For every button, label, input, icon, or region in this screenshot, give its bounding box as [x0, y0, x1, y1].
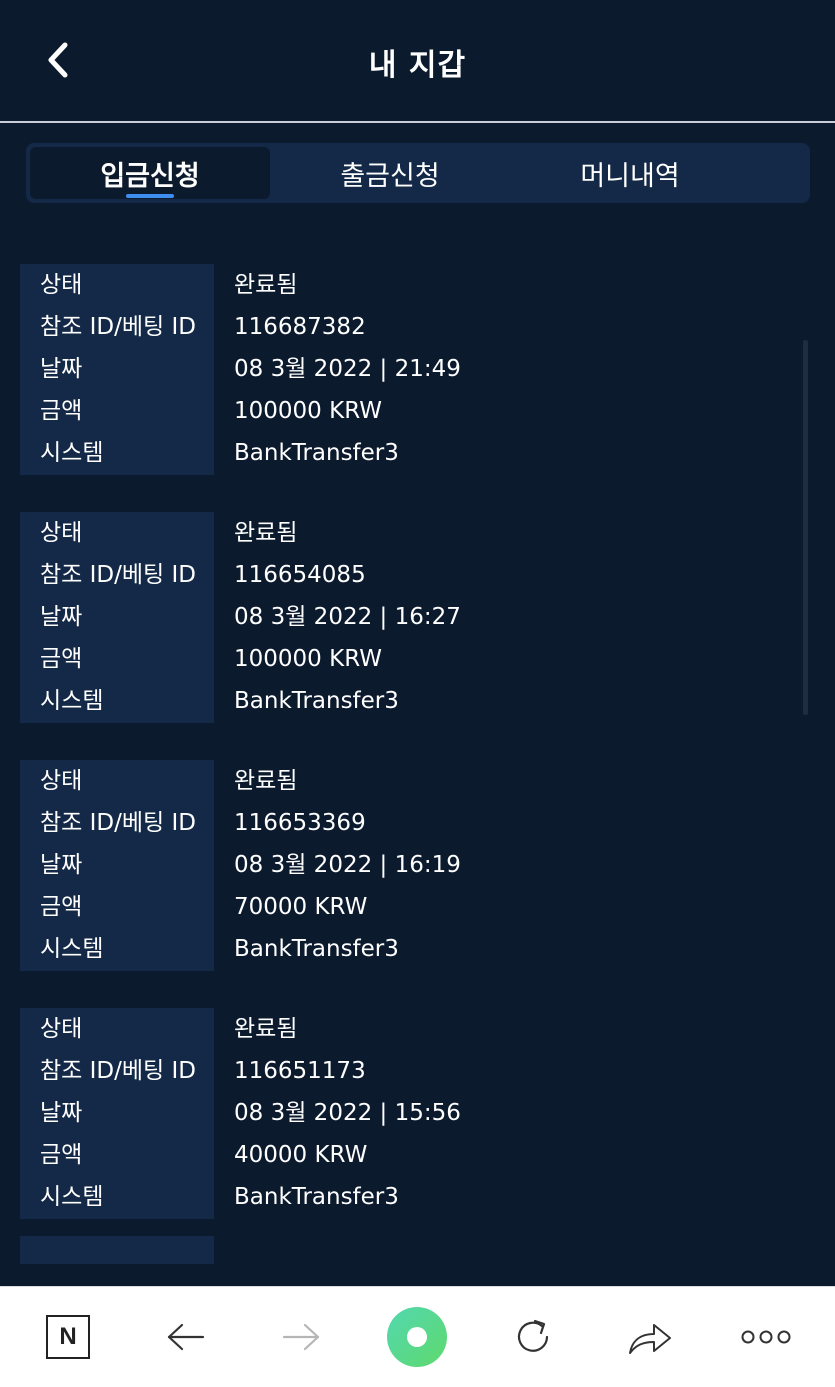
system-row: 시스템 BankTransfer3 [20, 680, 810, 722]
reference-label: 참조 ID/베팅 ID [40, 810, 196, 836]
list-item: 상태 완료됨 참조 ID/베팅 ID 116687382 날짜 08 3월 20… [20, 264, 810, 475]
more-icon [741, 1330, 791, 1344]
date-row: 날짜 08 3월 2022 | 21:49 [20, 348, 810, 390]
forward-arrow-icon [282, 1323, 320, 1351]
page-title: 내 지갑 [368, 48, 467, 83]
amount-value: 70000 KRW [234, 894, 368, 920]
amount-row: 금액 40000 KRW [20, 1134, 810, 1176]
system-value: BankTransfer3 [234, 1184, 399, 1210]
reload-button[interactable] [503, 1307, 563, 1367]
status-label: 상태 [40, 272, 83, 298]
amount-value: 100000 KRW [234, 398, 382, 424]
reference-value: 116653369 [234, 810, 366, 836]
browser-bottom-bar: N [0, 1286, 835, 1387]
tab-money-history[interactable]: 머니내역 [510, 147, 750, 199]
date-label: 날짜 [40, 1100, 83, 1126]
reference-row: 참조 ID/베팅 ID 116687382 [20, 306, 810, 348]
system-value: BankTransfer3 [234, 688, 399, 714]
system-label: 시스템 [40, 440, 104, 466]
reference-row: 참조 ID/베팅 ID 116651173 [20, 1050, 810, 1092]
tab-label: 출금신청 [340, 160, 440, 192]
amount-row: 금액 100000 KRW [20, 638, 810, 680]
amount-value: 100000 KRW [234, 646, 382, 672]
naver-n-icon: N [46, 1315, 90, 1359]
date-row: 날짜 08 3월 2022 | 16:19 [20, 844, 810, 886]
system-value: BankTransfer3 [234, 936, 399, 962]
status-label: 상태 [40, 768, 83, 794]
status-row: 상태 완료됨 [20, 264, 810, 306]
home-dot-icon [387, 1307, 447, 1367]
tab-bar: 입금신청 출금신청 머니내역 [26, 143, 810, 203]
date-value: 08 3월 2022 | 16:27 [234, 604, 461, 630]
system-value: BankTransfer3 [234, 440, 399, 466]
list-item-partial [20, 1236, 214, 1264]
system-row: 시스템 BankTransfer3 [20, 1176, 810, 1218]
app-header: 내 지갑 [0, 0, 835, 123]
status-value: 완료됨 [234, 520, 298, 546]
reference-value: 116654085 [234, 562, 366, 588]
back-arrow-icon [167, 1323, 205, 1351]
status-value: 완료됨 [234, 272, 298, 298]
amount-row: 금액 100000 KRW [20, 390, 810, 432]
amount-label: 금액 [40, 398, 83, 424]
status-value: 완료됨 [234, 768, 298, 794]
browser-forward-button[interactable] [271, 1307, 331, 1367]
system-label: 시스템 [40, 688, 104, 714]
tab-label: 머니내역 [580, 160, 680, 192]
green-dot-button[interactable] [387, 1307, 447, 1367]
date-row: 날짜 08 3월 2022 | 15:56 [20, 1092, 810, 1134]
status-value: 완료됨 [234, 1016, 298, 1042]
more-button[interactable] [736, 1307, 796, 1367]
date-value: 08 3월 2022 | 15:56 [234, 1100, 461, 1126]
share-button[interactable] [620, 1307, 680, 1367]
reference-value: 116687382 [234, 314, 366, 340]
active-tab-indicator [126, 194, 174, 198]
system-row: 시스템 BankTransfer3 [20, 928, 810, 970]
date-value: 08 3월 2022 | 16:19 [234, 852, 461, 878]
reference-label: 참조 ID/베팅 ID [40, 1058, 196, 1084]
amount-row: 금액 70000 KRW [20, 886, 810, 928]
status-row: 상태 완료됨 [20, 1008, 810, 1050]
tab-deposit-request[interactable]: 입금신청 [30, 147, 270, 199]
amount-label: 금액 [40, 1142, 83, 1168]
browser-back-button[interactable] [156, 1307, 216, 1367]
reference-label: 참조 ID/베팅 ID [40, 314, 196, 340]
system-label: 시스템 [40, 936, 104, 962]
date-row: 날짜 08 3월 2022 | 16:27 [20, 596, 810, 638]
system-row: 시스템 BankTransfer3 [20, 432, 810, 474]
scrollbar[interactable] [803, 340, 808, 715]
reference-row: 참조 ID/베팅 ID 116653369 [20, 802, 810, 844]
status-row: 상태 완료됨 [20, 512, 810, 554]
date-label: 날짜 [40, 852, 83, 878]
dot [407, 1327, 427, 1347]
deposit-history-list: 상태 완료됨 참조 ID/베팅 ID 116687382 날짜 08 3월 20… [20, 264, 810, 1256]
amount-label: 금액 [40, 894, 83, 920]
status-label: 상태 [40, 1016, 83, 1042]
list-item: 상태 완료됨 참조 ID/베팅 ID 116651173 날짜 08 3월 20… [20, 1008, 810, 1219]
naver-home-button[interactable]: N [38, 1307, 98, 1367]
reference-value: 116651173 [234, 1058, 366, 1084]
date-label: 날짜 [40, 604, 83, 630]
reference-label: 참조 ID/베팅 ID [40, 562, 196, 588]
reference-row: 참조 ID/베팅 ID 116654085 [20, 554, 810, 596]
share-icon [629, 1324, 671, 1354]
system-label: 시스템 [40, 1184, 104, 1210]
tab-label: 입금신청 [100, 160, 200, 192]
amount-value: 40000 KRW [234, 1142, 368, 1168]
reload-icon [517, 1319, 549, 1352]
list-item: 상태 완료됨 참조 ID/베팅 ID 116654085 날짜 08 3월 20… [20, 512, 810, 723]
amount-label: 금액 [40, 646, 83, 672]
tab-withdraw-request[interactable]: 출금신청 [270, 147, 510, 199]
list-item: 상태 완료됨 참조 ID/베팅 ID 116653369 날짜 08 3월 20… [20, 760, 810, 971]
status-row: 상태 완료됨 [20, 760, 810, 802]
date-label: 날짜 [40, 356, 83, 382]
status-label: 상태 [40, 520, 83, 546]
date-value: 08 3월 2022 | 21:49 [234, 356, 461, 382]
